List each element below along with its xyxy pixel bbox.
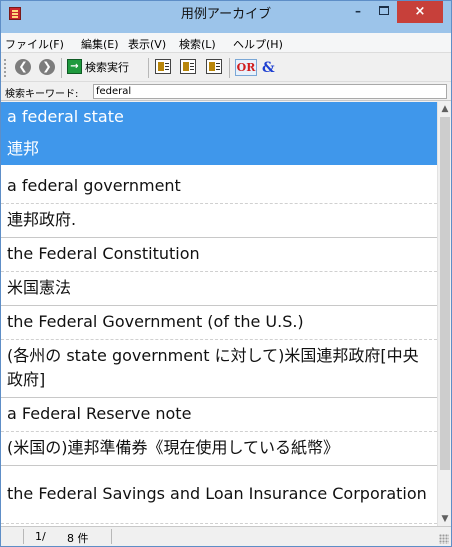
search-row: 検索キーワード: [1, 83, 451, 101]
vertical-scrollbar[interactable]: ▲ ▼ [437, 102, 451, 526]
menu-edit[interactable]: 編集(E) [81, 36, 119, 52]
list-item-text: 連邦 [7, 138, 40, 158]
close-button[interactable]: × [397, 1, 443, 23]
or-search-button[interactable]: OR [235, 59, 257, 76]
toolbar-separator [148, 58, 149, 78]
list-item-text: the Federal Savings and Loan Insurance C… [7, 484, 427, 503]
list-item-text: 米国憲法 [7, 278, 72, 297]
list-item-text: (米国の)連邦準備券《現在使用している紙幣》 [7, 438, 340, 457]
list-item-text: a federal state [7, 107, 124, 126]
menu-view[interactable]: 表示(V) [128, 36, 166, 52]
list-item[interactable]: (米国の)連邦準備券《現在使用している紙幣》 [1, 432, 437, 464]
menu-file[interactable]: ファイル(F) [5, 36, 64, 52]
result-list[interactable]: a federal state 連邦 a federal government … [1, 102, 437, 526]
list-item[interactable]: a federal government [1, 170, 437, 202]
toolbar-grip[interactable] [4, 59, 7, 77]
toolbar-separator [229, 58, 230, 78]
book-copy-icon[interactable] [180, 59, 196, 74]
status-divider [23, 529, 24, 544]
run-search-icon[interactable]: → [67, 59, 82, 74]
search-label: 検索キーワード: [5, 89, 79, 100]
scroll-thumb[interactable] [440, 117, 450, 470]
list-item[interactable]: the Federal Constitution [1, 238, 437, 270]
list-item[interactable]: 連邦政府. [1, 204, 437, 236]
menu-bar: ファイル(F) 編集(E) 表示(V) 検索(L) ヘルプ(H) [1, 33, 451, 53]
app-window: 用例アーカイブ – × ファイル(F) 編集(E) 表示(V) 検索(L) ヘル… [0, 0, 452, 547]
book-list-icon[interactable] [206, 59, 222, 74]
status-divider [111, 529, 112, 544]
list-item-text: a federal government [7, 176, 181, 195]
toolbar-separator [61, 58, 62, 78]
maximize-icon [379, 6, 389, 15]
and-search-button[interactable]: & [262, 59, 276, 77]
maximize-button[interactable] [371, 1, 397, 23]
back-arrow-icon[interactable]: ❮ [15, 59, 31, 75]
status-page: 1/ [35, 530, 46, 543]
list-item-text: the Federal Government (of the U.S.) [7, 312, 304, 331]
scroll-down-icon[interactable]: ▼ [438, 512, 451, 526]
run-search-button[interactable]: 検索実行 [85, 59, 129, 77]
row-divider [1, 523, 437, 524]
status-bar: 1/ 8 件 [1, 526, 451, 546]
list-item[interactable]: the Federal Savings and Loan Insurance C… [1, 466, 437, 522]
menu-help[interactable]: ヘルプ(H) [233, 36, 283, 52]
list-item[interactable]: (各州の state government に対して)米国連邦政府[中央政府] [1, 340, 437, 396]
list-item[interactable]: 米国憲法 [1, 272, 437, 304]
resize-grip-icon[interactable] [439, 534, 449, 544]
menu-search[interactable]: 検索(L) [179, 36, 216, 52]
scroll-up-icon[interactable]: ▲ [438, 102, 451, 116]
book-view-icon[interactable] [155, 59, 171, 74]
forward-arrow-icon[interactable]: ❯ [39, 59, 55, 75]
toolbar: ❮ ❯ → 検索実行 OR & [1, 54, 451, 82]
search-input[interactable] [93, 84, 447, 99]
list-item-text: 連邦政府. [7, 210, 77, 229]
list-item-text: (各州の state government に対して)米国連邦政府[中央政府] [7, 346, 419, 389]
minimize-button[interactable]: – [345, 1, 371, 23]
list-item[interactable]: a Federal Reserve note [1, 398, 437, 430]
title-bar[interactable]: 用例アーカイブ – × [1, 1, 451, 33]
list-item[interactable]: a federal state [1, 102, 437, 132]
status-count: 8 件 [67, 532, 89, 545]
list-item[interactable]: the Federal Government (of the U.S.) [1, 306, 437, 338]
list-item[interactable]: 連邦 [1, 132, 437, 165]
list-item-text: a Federal Reserve note [7, 404, 192, 423]
list-item-text: the Federal Constitution [7, 244, 200, 263]
